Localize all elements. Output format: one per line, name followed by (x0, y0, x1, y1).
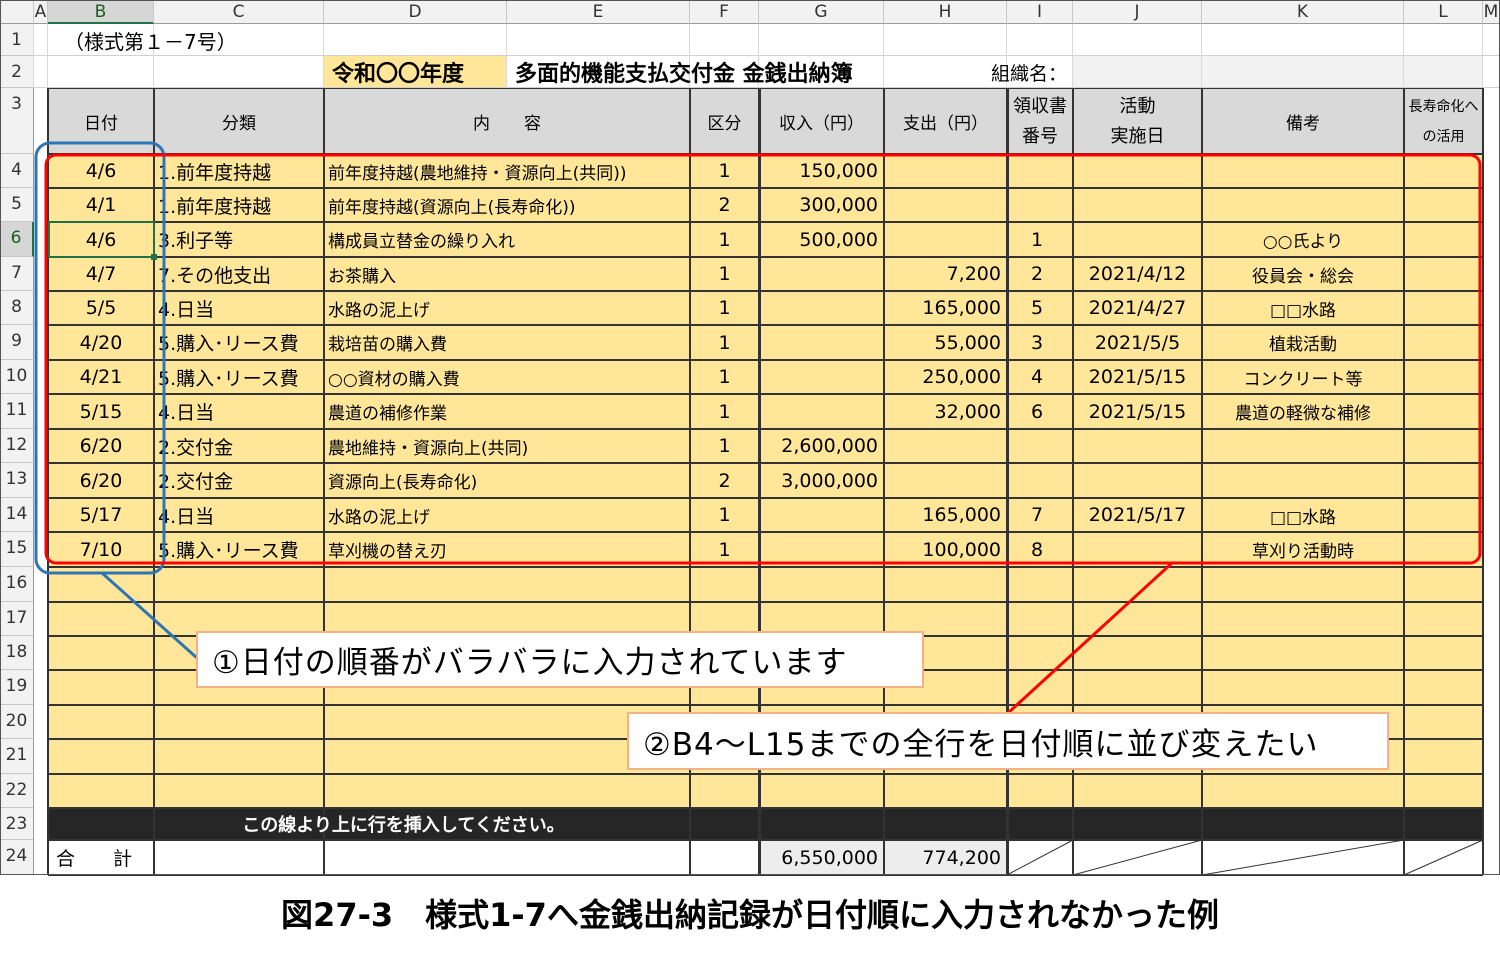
date-column-highlight (34, 141, 166, 575)
diagonal-strike (1006, 839, 1074, 876)
callout-1-leader (100, 571, 199, 660)
diagonal-strike (1403, 839, 1484, 876)
callout-sort-rows: ②B4～L15までの全行を日付順に並び変えたい (627, 712, 1389, 770)
diagonal-strike (1072, 839, 1203, 876)
callout-2-leader (1006, 561, 1174, 715)
sort-range-highlight (44, 153, 1482, 565)
figure-caption: 図27-3 様式1-7へ金銭出納記録が日付順に入力されなかった例 (281, 896, 1219, 934)
spreadsheet: A B C D E F G H I J K L M 1 2 3 4 5 6 7 8 9 10 11 12 13 14 15 16 17 18… (0, 0, 1500, 880)
diagonal-strike (1201, 839, 1405, 876)
callout-date-order: ①日付の順番がバラバラに入力されています (196, 631, 924, 688)
